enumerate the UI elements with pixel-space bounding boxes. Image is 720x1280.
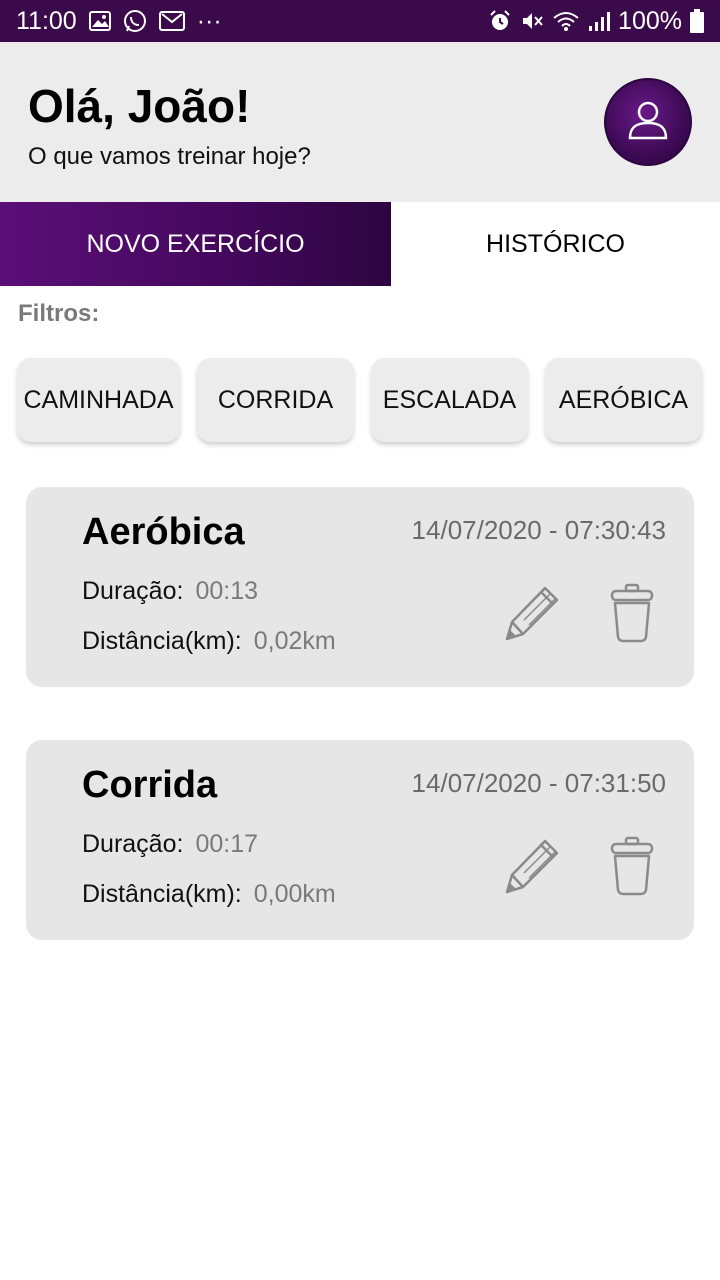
edit-button[interactable] <box>500 836 564 900</box>
greeting-subtitle: O que vamos treinar hoje? <box>28 143 311 170</box>
wifi-icon <box>552 10 580 32</box>
alarm-icon <box>488 9 512 33</box>
filters-label: Filtros: <box>18 300 100 327</box>
tab-historico[interactable]: HISTÓRICO <box>391 202 720 286</box>
distance-value: 0,00km <box>253 880 336 908</box>
card-datetime: 14/07/2020 - 07:30:43 <box>411 515 666 545</box>
duration-row: Duração: 00:17 <box>82 830 258 859</box>
trash-icon <box>609 836 655 901</box>
edit-button[interactable] <box>500 583 564 647</box>
status-bar: 11:00 ··· 100% <box>0 0 720 42</box>
signal-icon <box>588 10 611 32</box>
filter-chip-escalada[interactable]: ESCALADA <box>371 358 528 442</box>
duration-label: Duração: <box>82 830 184 858</box>
distance-label: Distância(km): <box>82 880 242 908</box>
distance-row: Distância(km): 0,00km <box>82 880 336 909</box>
distance-value: 0,02km <box>253 627 336 655</box>
status-time: 11:00 <box>16 6 77 35</box>
header: Olá, João! O que vamos treinar hoje? <box>0 42 720 202</box>
card-title: Corrida <box>82 764 218 806</box>
mute-icon <box>520 9 544 33</box>
history-card: Corrida 14/07/2020 - 07:31:50 Duração: 00… <box>26 740 694 940</box>
card-title: Aeróbica <box>82 511 245 553</box>
battery-icon <box>690 9 704 33</box>
profile-avatar-button[interactable] <box>604 78 692 166</box>
status-left: 11:00 ··· <box>16 7 222 36</box>
history-card: Aeróbica 14/07/2020 - 07:30:43 Duração: 0… <box>26 487 694 687</box>
user-icon <box>626 98 670 147</box>
pencil-icon <box>501 835 563 902</box>
distance-row: Distância(km): 0,02km <box>82 627 336 656</box>
whatsapp-icon <box>123 9 147 33</box>
gmail-icon <box>158 11 185 31</box>
trash-icon <box>609 583 655 648</box>
battery-level: 100% <box>618 6 682 35</box>
greeting-title: Olá, João! <box>28 80 251 132</box>
distance-label: Distância(km): <box>82 627 242 655</box>
tab-bar: NOVO EXERCÍCIO HISTÓRICO <box>0 202 720 286</box>
filter-chip-caminhada[interactable]: CAMINHADA <box>17 358 180 442</box>
status-right: 100% <box>488 7 704 36</box>
delete-button[interactable] <box>600 583 664 647</box>
status-overflow: ··· <box>196 6 222 35</box>
duration-value: 00:17 <box>195 830 259 858</box>
pencil-icon <box>501 582 563 649</box>
duration-label: Duração: <box>82 577 184 605</box>
image-icon <box>88 11 111 31</box>
filter-chip-corrida[interactable]: CORRIDA <box>197 358 354 442</box>
duration-row: Duração: 00:13 <box>82 577 258 606</box>
filter-chip-aerobica[interactable]: AERÓBICA <box>545 358 702 442</box>
tab-novo-exercicio[interactable]: NOVO EXERCÍCIO <box>0 202 391 286</box>
delete-button[interactable] <box>600 836 664 900</box>
card-datetime: 14/07/2020 - 07:31:50 <box>411 768 666 798</box>
duration-value: 00:13 <box>195 577 259 605</box>
